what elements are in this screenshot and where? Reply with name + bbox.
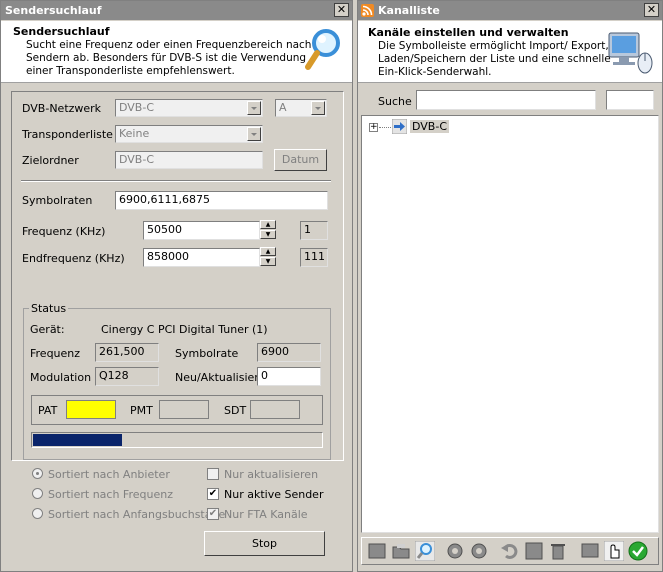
import-icon[interactable] bbox=[445, 541, 465, 561]
status-frequency-value: 261,500 bbox=[95, 343, 159, 362]
symbol-rates-label: Symbolraten bbox=[22, 194, 93, 207]
stop-button[interactable]: Stop bbox=[204, 531, 325, 556]
sort-provider-radio[interactable] bbox=[32, 468, 43, 479]
pmt-label: PMT bbox=[130, 404, 153, 417]
frequency-label: Frequenz (KHz) bbox=[22, 225, 106, 238]
trash-icon[interactable] bbox=[548, 541, 568, 561]
sdt-indicator bbox=[250, 400, 300, 419]
save-icon[interactable] bbox=[524, 541, 544, 561]
channel-list-header: Kanäle einstellen und verwalten Die Symb… bbox=[358, 21, 662, 83]
channel-list-header-desc-3: Ein-Klick-Senderwahl. bbox=[378, 66, 492, 78]
sort-frequency-label: Sortiert nach Frequenz bbox=[48, 488, 173, 501]
sort-alpha-label: Sortiert nach Anfangsbuchstabe bbox=[48, 508, 226, 521]
channel-list-titlebar: Kanalliste ✕ bbox=[358, 1, 662, 20]
scan-header: Sendersuchlauf Sucht eine Frequenz oder … bbox=[1, 21, 352, 83]
new-updated-value: 0 bbox=[257, 367, 321, 386]
chevron-down-icon[interactable] bbox=[247, 101, 261, 115]
scan-window: Sendersuchlauf ✕ Sendersuchlauf Sucht ei… bbox=[0, 0, 353, 572]
sort-frequency-radio[interactable] bbox=[32, 488, 43, 499]
network-label: DVB-Netzwerk bbox=[22, 102, 102, 115]
confirm-icon[interactable] bbox=[628, 541, 648, 561]
only-fta-label: Nur FTA Kanäle bbox=[224, 508, 308, 521]
network-select[interactable]: DVB-C bbox=[115, 99, 263, 117]
search-input[interactable] bbox=[416, 90, 596, 110]
device-value: Cinergy C PCI Digital Tuner (1) bbox=[101, 323, 268, 336]
modulation-value: Q128 bbox=[95, 367, 159, 386]
only-update-checkbox[interactable] bbox=[207, 468, 219, 480]
scan-progress-fill bbox=[33, 434, 123, 446]
scan-header-title: Sendersuchlauf bbox=[13, 25, 110, 38]
only-fta-checkbox[interactable]: ✔ bbox=[207, 508, 219, 520]
chevron-down-icon[interactable] bbox=[311, 101, 325, 115]
tree-item-dvb-c[interactable]: DVB-C bbox=[410, 120, 449, 133]
end-frequency-count: 111 bbox=[300, 248, 328, 267]
scan-header-desc-2: Sendern ab. Besonders für DVB-S ist die … bbox=[26, 52, 307, 64]
end-frequency-down-button[interactable]: ▼ bbox=[260, 257, 276, 266]
sort-provider-label: Sortiert nach Anbieter bbox=[48, 468, 170, 481]
tree-dotted-line bbox=[379, 127, 391, 128]
status-symbolrate-value: 6900 bbox=[257, 343, 321, 362]
frequency-down-button[interactable]: ▼ bbox=[260, 230, 276, 239]
status-symbolrate-label: Symbolrate bbox=[175, 347, 239, 360]
screen-icon[interactable] bbox=[580, 541, 600, 561]
sdt-label: SDT bbox=[224, 404, 247, 417]
scan-titlebar: Sendersuchlauf ✕ bbox=[1, 1, 352, 20]
pmt-indicator bbox=[159, 400, 209, 419]
divider bbox=[21, 180, 331, 182]
frequency-input[interactable]: 50500 bbox=[143, 221, 260, 240]
channel-tree: + DVB-C bbox=[361, 115, 659, 533]
target-folder-label: Zielordner bbox=[22, 154, 79, 167]
scan-close-button[interactable]: ✕ bbox=[334, 3, 349, 17]
tree-expander[interactable]: + bbox=[369, 123, 378, 132]
only-update-label: Nur aktualisieren bbox=[224, 468, 319, 481]
search-label: Suche bbox=[378, 95, 412, 108]
channel-list-title: Kanalliste bbox=[378, 4, 440, 17]
new-updated-label: Neu/Aktualisiert bbox=[175, 371, 264, 384]
status-legend: Status bbox=[29, 302, 69, 315]
scan-title: Sendersuchlauf bbox=[5, 4, 102, 17]
pat-label: PAT bbox=[38, 404, 58, 417]
chevron-down-icon[interactable] bbox=[247, 127, 261, 141]
computer-mouse-icon bbox=[608, 32, 653, 74]
datum-button[interactable]: Datum bbox=[274, 149, 327, 171]
modulation-label: Modulation bbox=[30, 371, 92, 384]
symbol-rates-input[interactable]: 6900,6111,6875 bbox=[115, 191, 328, 210]
export-icon[interactable] bbox=[469, 541, 489, 561]
scan-header-desc-1: Sucht eine Frequenz oder einen Frequenzb… bbox=[26, 39, 312, 51]
frequency-up-button[interactable]: ▲ bbox=[260, 220, 276, 229]
arrow-right-icon bbox=[392, 119, 407, 134]
channel-list-header-desc-1: Die Symbolleiste ermöglicht Import/ Expo… bbox=[378, 40, 609, 52]
network-letter-select[interactable]: A bbox=[275, 99, 327, 117]
scan-header-desc-3: einer Transponderliste empfehlenswert. bbox=[26, 65, 235, 77]
channel-list-close-button[interactable]: ✕ bbox=[644, 3, 659, 17]
end-frequency-label: Endfrequenz (KHz) bbox=[22, 252, 125, 265]
target-folder-field[interactable]: DVB-C bbox=[115, 151, 263, 169]
pat-indicator bbox=[66, 400, 116, 419]
only-active-label: Nur aktive Sender bbox=[224, 488, 324, 501]
rss-icon bbox=[361, 4, 374, 17]
open-folder-icon[interactable] bbox=[391, 541, 411, 561]
end-frequency-up-button[interactable]: ▲ bbox=[260, 247, 276, 256]
channel-list-header-title: Kanäle einstellen und verwalten bbox=[368, 26, 569, 39]
transponder-select[interactable]: Keine bbox=[115, 125, 263, 143]
sort-alpha-radio[interactable] bbox=[32, 508, 43, 519]
new-list-icon[interactable] bbox=[367, 541, 387, 561]
channel-list-window: Kanalliste ✕ Kanäle einstellen und verwa… bbox=[357, 0, 663, 572]
status-frequency-label: Frequenz bbox=[30, 347, 81, 360]
magnifier-icon bbox=[305, 29, 340, 70]
scan-progress-bar bbox=[31, 432, 323, 448]
hand-icon[interactable] bbox=[604, 541, 624, 561]
undo-icon[interactable] bbox=[500, 541, 520, 561]
transponder-label: Transponderliste bbox=[22, 128, 113, 141]
end-frequency-input[interactable]: 858000 bbox=[143, 248, 260, 267]
channel-list-header-desc-2: Laden/Speichern der Liste und eine schne… bbox=[378, 53, 611, 65]
search-icon[interactable] bbox=[415, 541, 435, 561]
frequency-count: 1 bbox=[300, 221, 328, 240]
device-label: Gerät: bbox=[30, 323, 65, 336]
search-filter-input[interactable] bbox=[606, 90, 654, 110]
only-active-checkbox[interactable]: ✔ bbox=[207, 488, 219, 500]
